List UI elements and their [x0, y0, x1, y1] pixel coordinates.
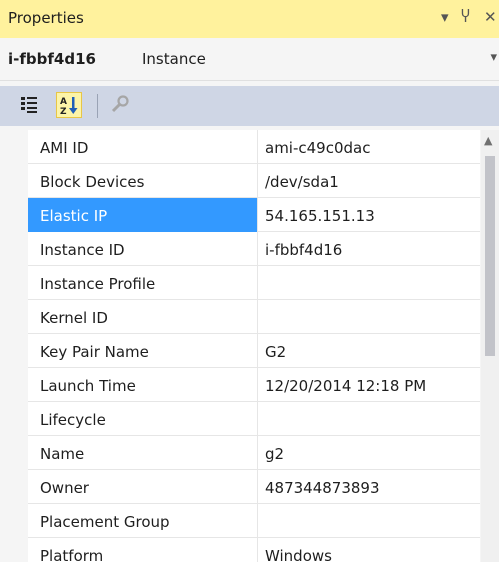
property-value[interactable]: i-fbbf4d16	[259, 232, 480, 266]
property-value[interactable]	[259, 402, 480, 436]
property-value[interactable]: Windows	[259, 538, 480, 562]
property-name[interactable]: Elastic IP	[28, 198, 258, 232]
svg-text:Z: Z	[60, 107, 67, 117]
vertical-scrollbar[interactable]: ▲	[481, 130, 499, 562]
scroll-up-icon[interactable]: ▲	[484, 134, 492, 147]
property-value[interactable]	[259, 504, 480, 538]
property-value[interactable]: 12/20/2014 12:18 PM	[259, 368, 480, 402]
row-gutter	[0, 402, 28, 436]
property-name[interactable]: Block Devices	[28, 164, 258, 198]
properties-toolbar: A Z	[0, 86, 499, 126]
property-row[interactable]: Owner 487344873893	[0, 470, 480, 504]
property-name[interactable]: Placement Group	[28, 504, 258, 538]
property-value[interactable]: /dev/sda1	[259, 164, 480, 198]
close-icon[interactable]: ✕	[484, 8, 497, 26]
property-row[interactable]: Block Devices/dev/sda1	[0, 164, 480, 198]
property-value[interactable]	[259, 266, 480, 300]
object-name: i-fbbf4d16	[8, 50, 96, 68]
row-gutter	[0, 436, 28, 470]
row-gutter	[0, 538, 28, 562]
scrollbar-thumb[interactable]	[485, 156, 495, 356]
property-row[interactable]: Key Pair Name G2	[0, 334, 480, 368]
row-gutter	[0, 130, 28, 164]
property-row[interactable]: Instance Profile	[0, 266, 480, 300]
row-gutter	[0, 198, 28, 232]
categorized-icon[interactable]	[16, 92, 42, 118]
row-gutter	[0, 232, 28, 266]
property-name[interactable]: Name	[28, 436, 258, 470]
property-row[interactable]: Platform Windows	[0, 538, 480, 562]
property-value[interactable]: 54.165.151.13	[259, 198, 480, 232]
property-name[interactable]: Instance ID	[28, 232, 258, 266]
property-value[interactable]: g2	[259, 436, 480, 470]
object-selector-chevron-icon[interactable]: ▾	[490, 50, 497, 65]
property-name[interactable]: Owner	[28, 470, 258, 504]
property-name[interactable]: Kernel ID	[28, 300, 258, 334]
property-name[interactable]: AMI ID	[28, 130, 258, 164]
window-menu-dropdown-icon[interactable]: ▾	[441, 8, 449, 26]
pin-icon[interactable]: Ⴤ	[461, 8, 470, 26]
property-row[interactable]: Launch Time 12/20/2014 12:18 PM	[0, 368, 480, 402]
property-name[interactable]: Instance Profile	[28, 266, 258, 300]
property-pages-icon[interactable]	[106, 92, 132, 118]
alphabetical-icon[interactable]: A Z	[56, 92, 82, 118]
row-gutter	[0, 266, 28, 300]
property-row[interactable]: Lifecycle	[0, 402, 480, 436]
property-row[interactable]: AMI ID ami-c49c0dac	[0, 130, 480, 164]
property-value[interactable]: G2	[259, 334, 480, 368]
row-gutter	[0, 368, 28, 402]
properties-titlebar: Properties ▾ Ⴤ ✕	[0, 0, 499, 38]
property-name[interactable]: Key Pair Name	[28, 334, 258, 368]
property-row[interactable]: Placement Group	[0, 504, 480, 538]
row-gutter	[0, 504, 28, 538]
property-row[interactable]: Name g2	[0, 436, 480, 470]
property-row[interactable]: Elastic IP 54.165.151.13	[0, 198, 480, 232]
property-row[interactable]: Instance ID i-fbbf4d16	[0, 232, 480, 266]
property-grid[interactable]: AMI ID ami-c49c0dac Block Devices/dev/sda1…	[0, 130, 480, 562]
property-name[interactable]: Launch Time	[28, 368, 258, 402]
property-name[interactable]: Lifecycle	[28, 402, 258, 436]
property-name[interactable]: Platform	[28, 538, 258, 562]
toolbar-separator	[97, 94, 98, 118]
object-selector[interactable]: i-fbbf4d16 Instance ▾	[0, 38, 499, 81]
property-value[interactable]: ami-c49c0dac	[259, 130, 480, 164]
row-gutter	[0, 334, 28, 368]
window-title: Properties	[8, 9, 84, 27]
row-gutter	[0, 300, 28, 334]
row-gutter	[0, 164, 28, 198]
row-gutter	[0, 470, 28, 504]
property-value[interactable]: 487344873893	[259, 470, 480, 504]
object-type: Instance	[142, 50, 206, 68]
property-value[interactable]	[259, 300, 480, 334]
svg-text:A: A	[60, 97, 67, 107]
property-row[interactable]: Kernel ID	[0, 300, 480, 334]
